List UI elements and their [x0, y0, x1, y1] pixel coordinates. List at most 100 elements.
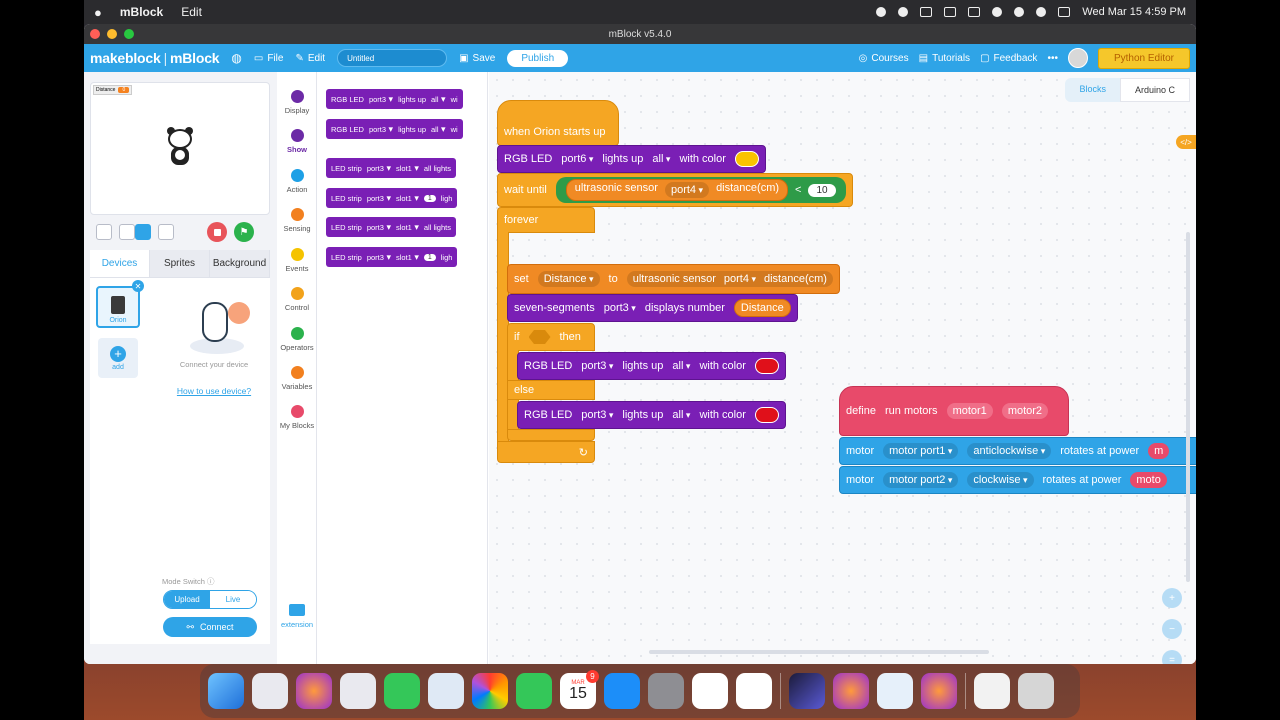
palette-block-slot[interactable]: slot1 [396, 163, 419, 174]
vertical-scrollbar[interactable] [1186, 232, 1190, 582]
seven-segments-block[interactable]: seven-segments port3 displays number Dis… [507, 294, 798, 322]
control-center-icon[interactable] [1058, 7, 1071, 17]
zoom-out-icon[interactable]: − [1162, 619, 1182, 639]
category-display[interactable]: Display [277, 90, 317, 115]
large-stage-icon[interactable] [135, 224, 151, 240]
minimize-window-button[interactable] [107, 29, 117, 39]
category-control[interactable]: Control [277, 287, 317, 312]
save-button[interactable]: ▣ Save [459, 53, 495, 64]
empty-condition-slot[interactable] [528, 330, 551, 344]
category-operators[interactable]: Operators [277, 327, 317, 352]
fullscreen-icon[interactable] [96, 224, 112, 240]
color-picker-red[interactable] [754, 358, 779, 374]
zoom-window-button[interactable] [124, 29, 134, 39]
user-icon[interactable] [1036, 7, 1047, 17]
help-icon[interactable]: ⓘ [207, 577, 215, 586]
palette-block-port[interactable]: port3 [369, 94, 393, 105]
palette-block-port[interactable]: port3 [367, 252, 391, 263]
argument-motor2[interactable]: motor2 [1001, 403, 1049, 419]
courses-button[interactable]: ◎ Courses [859, 53, 909, 64]
palette-block[interactable]: RGB LED port3 lights up allwi [326, 119, 463, 139]
set-variable-block[interactable]: set Distance to ultrasonic sensor port4 … [507, 264, 840, 294]
ultrasonic-sensor-reporter[interactable]: ultrasonic sensor port4 distance(cm) [565, 179, 789, 201]
port-dropdown[interactable]: port3 [581, 360, 613, 372]
palette-block-option[interactable]: all [431, 124, 446, 135]
which-dropdown[interactable]: all [672, 360, 690, 372]
port-dropdown[interactable]: port4 [724, 273, 756, 285]
palette-block-number[interactable]: 1 [423, 194, 436, 202]
rgb-led-block-1[interactable]: RGB LED port6 lights up all with color [497, 145, 766, 173]
battery-icon[interactable] [968, 7, 981, 17]
maps-icon[interactable] [428, 673, 464, 709]
horizontal-scrollbar[interactable] [649, 650, 989, 654]
palette-block-port[interactable]: port3 [367, 193, 391, 204]
remove-device-icon[interactable]: ✕ [132, 280, 144, 292]
motor-block-2[interactable]: motor motor port2 clockwise rotates at p… [839, 466, 1196, 494]
mode-live[interactable]: Live [210, 591, 256, 608]
category-sensing[interactable]: Sensing [277, 208, 317, 233]
publish-button[interactable]: Publish [507, 49, 569, 67]
menubar-edit[interactable]: Edit [181, 5, 202, 19]
palette-block[interactable]: LED strip port3 slot1 1 ligh [326, 247, 458, 267]
close-window-button[interactable] [90, 29, 100, 39]
forever-block[interactable]: forever [497, 207, 595, 233]
less-than-operator[interactable]: ultrasonic sensor port4 distance(cm) < 1… [555, 177, 846, 203]
freeform-icon[interactable] [692, 673, 728, 709]
prism-icon[interactable] [789, 673, 825, 709]
device-card-orion[interactable]: Orion [96, 286, 140, 328]
motor-block-1[interactable]: motor motor port1 anticlockwise rotates … [839, 437, 1196, 465]
file-menu[interactable]: ▭ File [254, 53, 284, 64]
script-canvas[interactable]: Blocks Arduino C </> when Orion starts u… [489, 72, 1196, 664]
variable-dropdown[interactable]: Distance [537, 271, 600, 287]
motor-port-dropdown[interactable]: motor port1 [883, 443, 959, 459]
category-events[interactable]: Events [277, 248, 317, 273]
category-show[interactable]: Show [277, 123, 317, 157]
edit-menu[interactable]: ✎ Edit [295, 53, 325, 64]
how-to-use-link[interactable]: How to use device? [162, 386, 266, 396]
s-app-icon[interactable] [920, 7, 933, 17]
palette-block-port[interactable]: port3 [367, 222, 391, 233]
tab-sprites[interactable]: Sprites [150, 250, 210, 277]
more-menu-button[interactable]: ••• [1047, 53, 1058, 64]
palette-block[interactable]: RGB LED port3 lights up allwi [326, 89, 463, 109]
apple-menu-icon[interactable]: ● [94, 5, 102, 20]
tab-background[interactable]: Background [210, 250, 270, 277]
record-icon[interactable] [876, 7, 887, 17]
tab-devices[interactable]: Devices [90, 250, 150, 277]
direction-dropdown[interactable]: clockwise [967, 472, 1034, 488]
tutorials-button[interactable]: ▤ Tutorials [919, 53, 970, 64]
palette-block-port[interactable]: port3 [369, 124, 393, 135]
screenshot-icon[interactable] [340, 673, 376, 709]
messages-icon[interactable] [384, 673, 420, 709]
stop-button[interactable] [207, 222, 227, 242]
stage-canvas[interactable]: Distance 0 [90, 82, 270, 215]
port-dropdown[interactable]: port6 [561, 153, 593, 165]
palette-block-port[interactable]: port3 [367, 163, 391, 174]
green-flag-button[interactable]: ⚑ [234, 222, 254, 242]
firefox-icon[interactable] [296, 673, 332, 709]
palette-block[interactable]: LED strip port3 slot1 all lights [326, 217, 456, 237]
finder-icon[interactable] [208, 673, 244, 709]
small-stage-icon[interactable] [119, 224, 135, 240]
photos-icon[interactable] [472, 673, 508, 709]
palette-block-slot[interactable]: slot1 [396, 193, 419, 204]
palette-block[interactable]: LED strip port3 slot1 all lights [326, 158, 456, 178]
pdf-document-icon[interactable] [974, 673, 1010, 709]
which-dropdown[interactable]: all [652, 153, 670, 165]
grid-view-icon[interactable] [158, 224, 174, 240]
calendar-icon[interactable]: MAR 15 9 [560, 670, 599, 709]
tab-blocks[interactable]: Blocks [1065, 78, 1120, 102]
tab-arduino-c[interactable]: Arduino C [1119, 78, 1190, 102]
firefox-icon-2[interactable] [833, 673, 869, 709]
zoom-in-icon[interactable]: + [1162, 588, 1182, 608]
app-store-icon[interactable] [604, 673, 640, 709]
bookmark-icon[interactable] [944, 7, 957, 17]
rgb-led-block-2[interactable]: RGB LED port3 lights up all with color [517, 352, 786, 380]
mode-upload[interactable]: Upload [164, 591, 210, 608]
define-block-run-motors[interactable]: define run motors motor1 motor2 [839, 386, 1069, 436]
port-dropdown[interactable]: port4 [664, 182, 710, 198]
menubar-app-name[interactable]: mBlock [120, 5, 163, 19]
facetime-icon[interactable] [516, 673, 552, 709]
category-variables[interactable]: Variables [277, 366, 317, 391]
argument-motor1[interactable]: motor1 [946, 403, 993, 419]
